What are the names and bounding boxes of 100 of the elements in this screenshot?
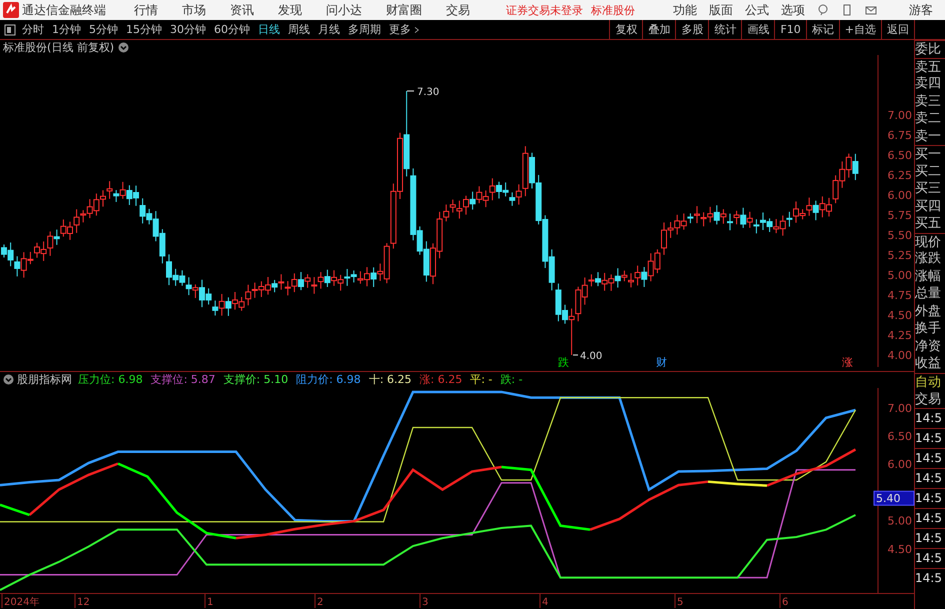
axis-label: 6.00: [888, 458, 912, 471]
quote-label: 现价: [915, 232, 945, 250]
axis-label: 5.50: [888, 229, 912, 242]
axis-label: 6.00: [888, 189, 912, 202]
quote-label: 总量: [915, 285, 942, 302]
status-text[interactable]: 证券交易未登录: [506, 2, 583, 18]
status-text[interactable]: 标准股份: [591, 2, 635, 18]
axis-label: 5.25: [888, 249, 912, 262]
quote-label: 委比: [915, 40, 945, 58]
date-label: 12: [77, 597, 90, 608]
mode-label[interactable]: 自动: [915, 372, 945, 390]
leader-line: [406, 90, 414, 92]
axis-label: 4.25: [888, 329, 912, 342]
axis-label: 4.50: [888, 542, 912, 556]
time-label: 14:5: [915, 488, 945, 508]
menu-item[interactable]: 交易: [446, 2, 470, 18]
indicator-value: 跌: -: [500, 372, 523, 388]
quote-label: 卖四: [915, 75, 942, 92]
quote-label: 买二: [915, 162, 942, 180]
low-price-label: 4.00: [580, 351, 602, 362]
time-label: 14:5: [915, 428, 945, 448]
axis-label: 7.00: [888, 109, 912, 122]
chevron-down-icon[interactable]: [118, 42, 130, 53]
axis-label: 4.50: [888, 309, 912, 322]
menu-item[interactable]: 选项: [781, 2, 805, 18]
menu-item[interactable]: 资讯: [230, 2, 254, 18]
axis-label: 5.00: [888, 269, 912, 282]
axis-label: 5.75: [888, 209, 912, 222]
date-label: 2024年: [4, 597, 40, 608]
period-tab[interactable]: 60分钟: [214, 22, 250, 37]
quote-label: 卖二: [915, 110, 942, 128]
date-label: 4: [542, 597, 548, 608]
period-tab[interactable]: 多周期: [348, 22, 381, 37]
axis-label: 7.00: [888, 402, 912, 415]
indicator-value: 平: -: [470, 372, 492, 388]
user-label[interactable]: 游客: [909, 2, 933, 18]
indicator-value: 涨: 6.25: [420, 372, 462, 388]
quote-label: 卖一: [915, 128, 942, 145]
quote-label: 买四: [915, 198, 942, 215]
quote-label: 买三: [915, 180, 942, 198]
quote-label: 净资: [915, 338, 942, 355]
date-label: 3: [422, 597, 428, 608]
period-tab[interactable]: 月线: [318, 22, 340, 37]
time-label: 14:5: [915, 468, 945, 488]
quote-label: 换手: [915, 320, 942, 338]
axis-label: 6.50: [888, 149, 912, 162]
period-tab[interactable]: 日线: [258, 22, 280, 37]
period-tab[interactable]: 周线: [288, 22, 310, 37]
quote-label: 收益: [915, 355, 942, 372]
period-tab[interactable]: 15分钟: [126, 22, 162, 37]
axis-label: 6.25: [888, 169, 912, 182]
menu-item[interactable]: 财富圈: [386, 2, 422, 18]
indicator-value: 阻力价: 6.98: [296, 372, 361, 388]
phone-icon[interactable]: [841, 4, 853, 16]
mode-label[interactable]: 交易: [915, 390, 945, 408]
quote-label: 外盘: [915, 302, 942, 320]
mail-icon[interactable]: [865, 4, 877, 16]
indicator-value: 支撑价: 5.10: [223, 372, 288, 388]
high-price-label: 7.30: [417, 87, 440, 98]
menu-item[interactable]: 功能: [673, 2, 697, 18]
app-title: 通达信金融终端: [22, 2, 106, 18]
time-label: 14:5: [915, 548, 945, 568]
period-tab[interactable]: 5分钟: [89, 22, 118, 37]
time-label: 14:5: [915, 568, 945, 588]
date-label: 2: [317, 597, 324, 608]
indicator-value: 支撑位: 5.87: [150, 372, 216, 388]
indicator-value: 压力位: 6.98: [78, 372, 143, 388]
time-label: 14:5: [915, 408, 945, 428]
date-label: 1: [207, 597, 214, 608]
quote-label: 涨跌: [915, 250, 942, 268]
menu-item[interactable]: 公式: [745, 2, 769, 18]
axis-label: 6.50: [888, 430, 912, 443]
quote-label: 买五: [915, 215, 942, 232]
time-label: 14:5: [915, 448, 945, 468]
indicator-name: 股朋指标网: [17, 372, 72, 388]
period-tab[interactable]: 30分钟: [170, 22, 206, 37]
menu-item[interactable]: 行情: [134, 2, 158, 18]
menu-item[interactable]: 版面: [709, 2, 733, 18]
menu-item[interactable]: 问小达: [326, 2, 362, 18]
chevron-down-icon[interactable]: [3, 374, 14, 386]
time-label: 14:5: [915, 508, 945, 528]
chat-icon[interactable]: [817, 4, 829, 16]
current-value-tag: 5.40: [874, 490, 914, 506]
more-link[interactable]: 更多: [389, 22, 411, 37]
menu-item[interactable]: 市场: [182, 2, 206, 18]
axis-label: 4.00: [888, 349, 912, 362]
axis-label: 4.75: [888, 289, 912, 302]
quote-label: 卖五: [915, 58, 945, 75]
quote-label: 卖三: [915, 92, 942, 110]
leader-line: [572, 354, 578, 356]
menu-item[interactable]: 发现: [278, 2, 302, 18]
time-label: 14:5: [915, 528, 945, 548]
axis-label: 6.75: [888, 129, 912, 142]
date-label: 6: [782, 597, 788, 608]
quote-label: 涨幅: [915, 268, 942, 285]
axis-label: 5.00: [888, 514, 912, 528]
panel-toggle-icon[interactable]: [4, 24, 16, 36]
period-tab[interactable]: 1分钟: [52, 22, 81, 37]
period-tab[interactable]: 分时: [22, 22, 44, 37]
indicator-value: 十: 6.25: [368, 372, 412, 388]
